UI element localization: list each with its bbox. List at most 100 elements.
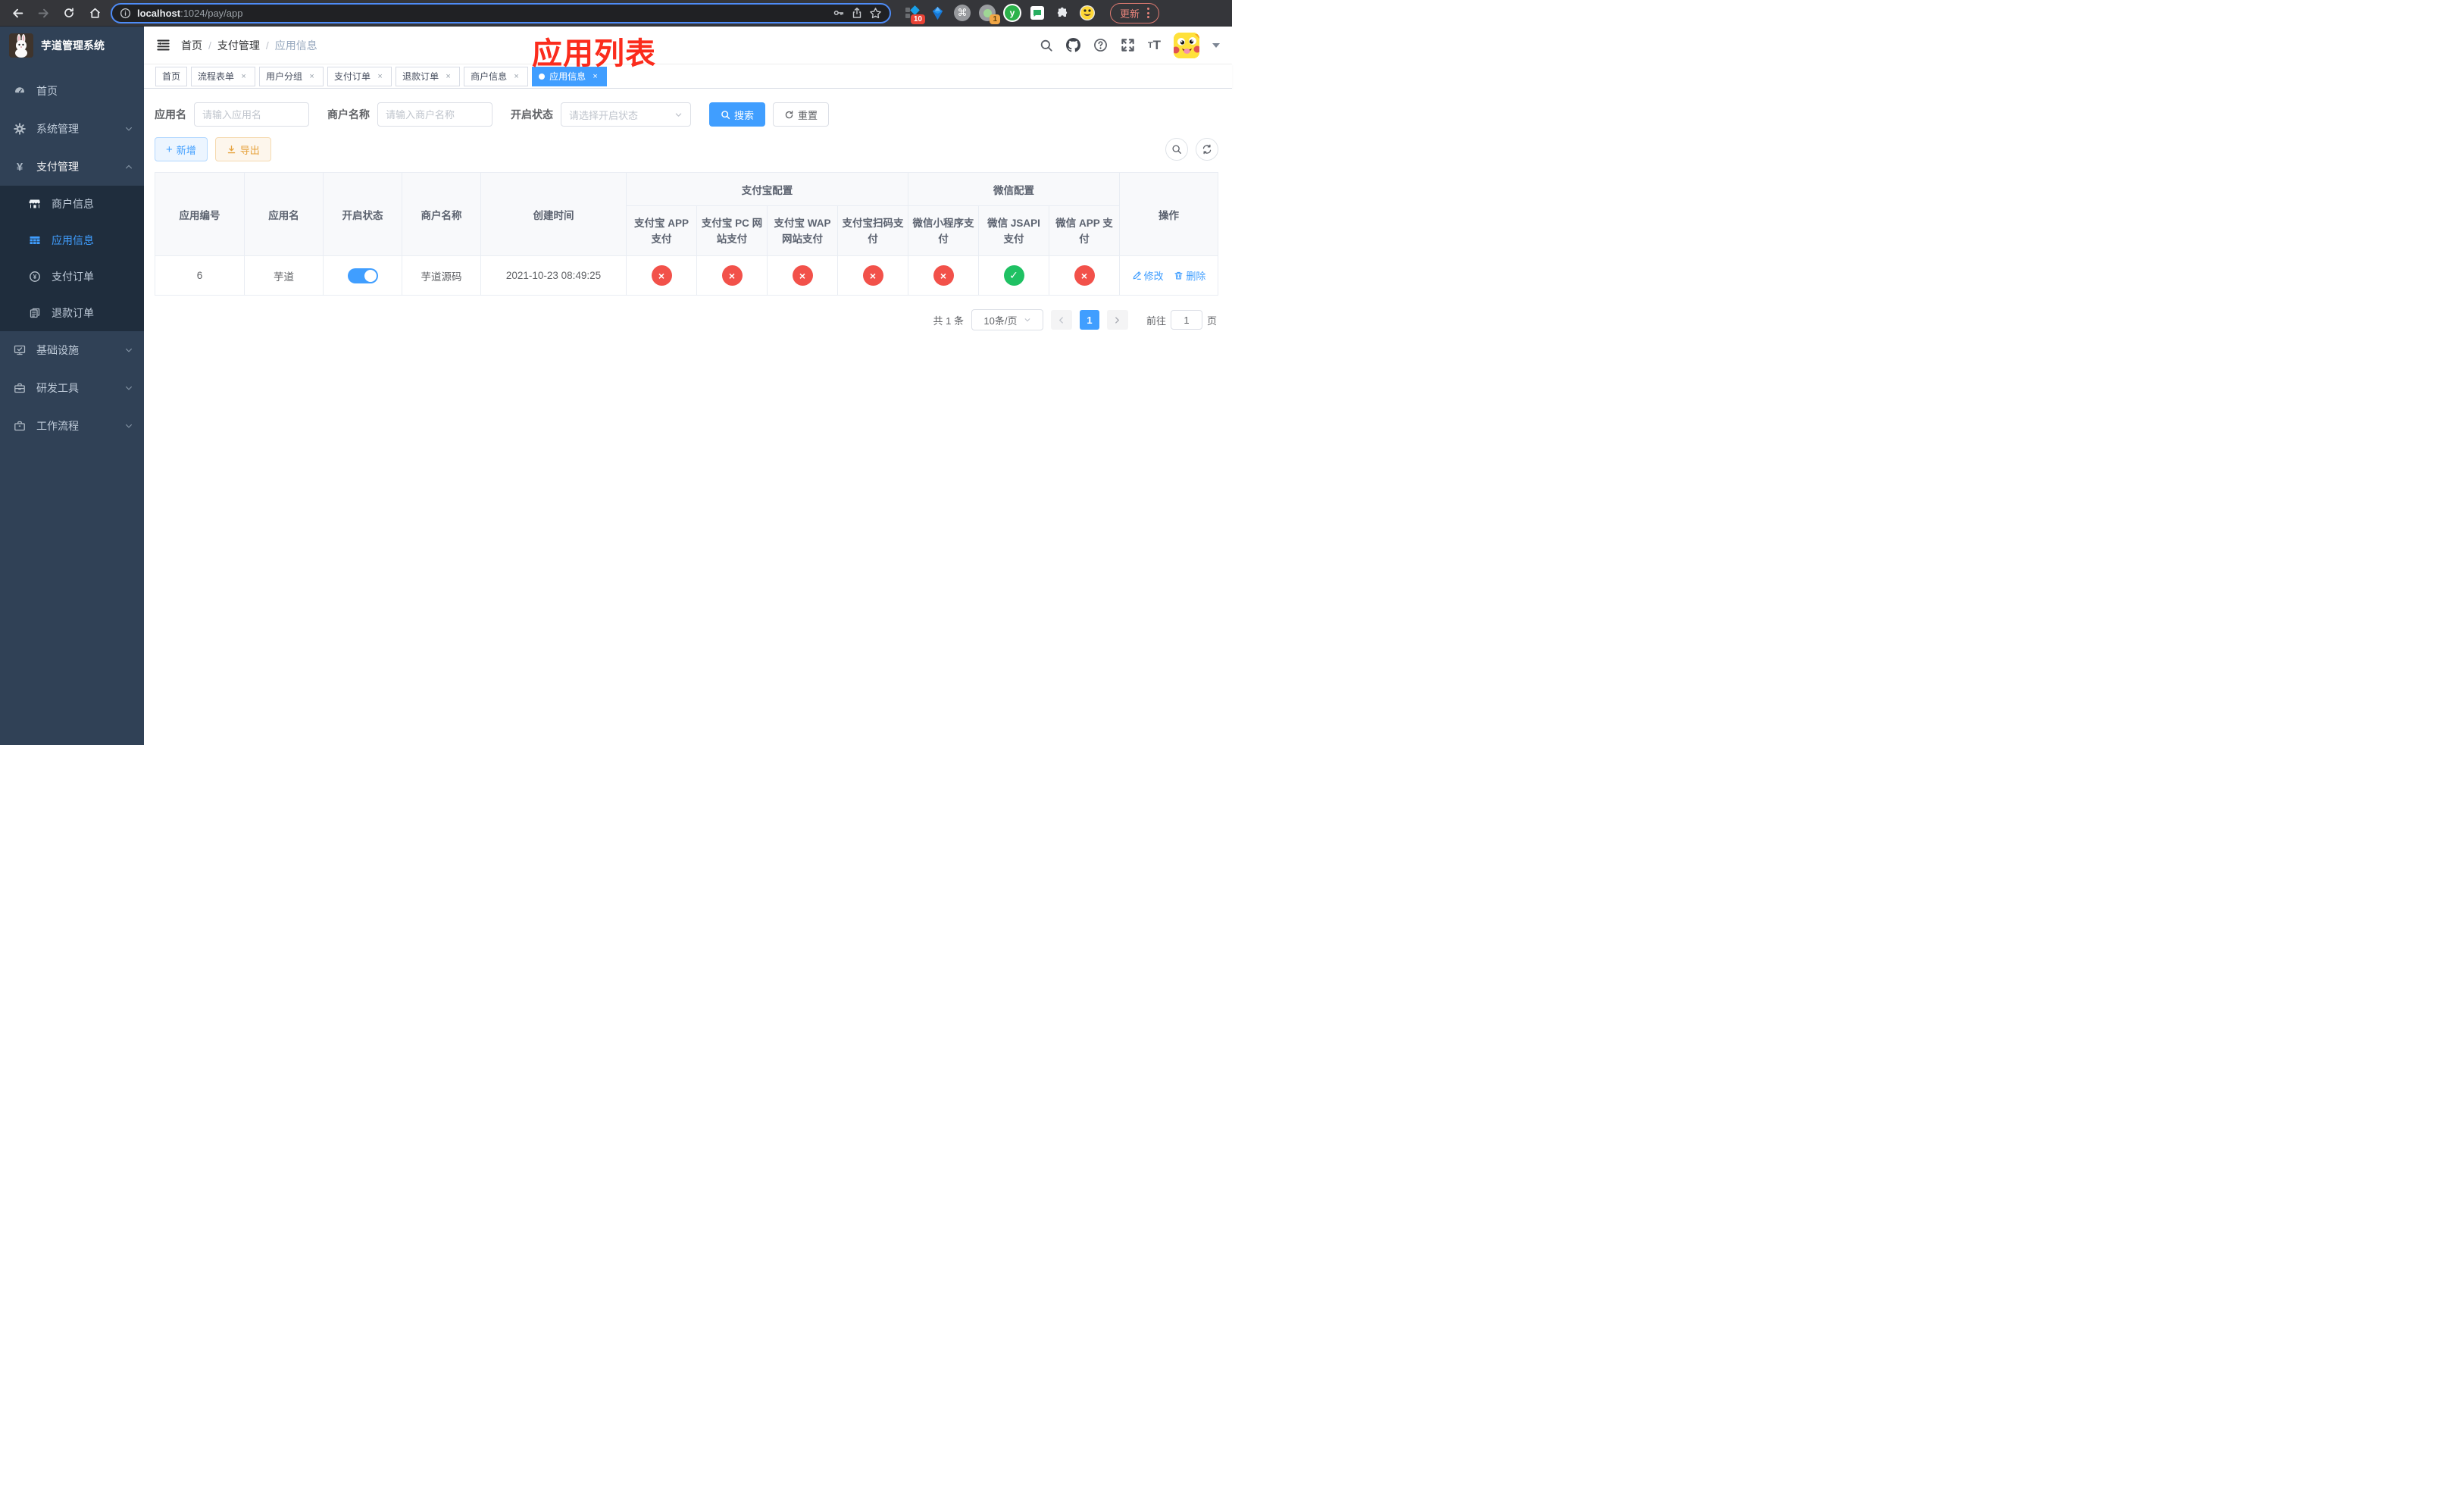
fullscreen-icon[interactable] <box>1121 38 1135 52</box>
close-icon[interactable]: × <box>443 71 453 81</box>
sidebar-item-pay-orders[interactable]: ¥ 支付订单 <box>0 258 144 295</box>
sidebar-item-refund-orders[interactable]: 退款订单 <box>0 295 144 331</box>
sidebar-item-dev-tools[interactable]: 研发工具 <box>0 369 144 407</box>
col-created: 创建时间 <box>480 172 627 256</box>
cell-alipay-pc: × <box>696 255 768 296</box>
merchant-name-label: 商户名称 <box>327 108 370 121</box>
browser-back-button[interactable] <box>8 3 27 23</box>
sidebar-item-app-info[interactable]: 应用信息 <box>0 222 144 258</box>
sidebar-item-label: 支付管理 <box>36 161 79 173</box>
header-search-icon[interactable] <box>1040 39 1053 52</box>
status-fail-icon: × <box>862 265 883 286</box>
close-icon[interactable]: × <box>590 71 600 81</box>
reset-button[interactable]: 重置 <box>773 102 830 127</box>
edit-link[interactable]: 修改 <box>1132 268 1164 283</box>
pencil-icon <box>1133 271 1141 280</box>
extension-proxy-icon[interactable]: 1 <box>978 4 1000 24</box>
tab-app-info[interactable]: 应用信息 × <box>532 66 608 86</box>
logo-rabbit-image <box>9 33 33 58</box>
cell-merchant: 芋道源码 <box>402 255 481 296</box>
shop-icon <box>29 198 41 210</box>
tab-process-form[interactable]: 流程表单 × <box>191 66 256 86</box>
search-form: 应用名 商户名称 开启状态 请选择开启状态 搜索 重置 <box>155 102 1218 127</box>
update-label: 更新 <box>1120 8 1140 20</box>
prev-page-button[interactable] <box>1050 310 1072 330</box>
export-button[interactable]: 导出 <box>214 137 271 161</box>
refresh-table-button[interactable] <box>1196 138 1218 161</box>
cell-alipay-wap: × <box>767 255 838 296</box>
tab-merchant-info[interactable]: 商户信息 × <box>464 66 529 86</box>
coin-yen-icon: ¥ <box>29 271 41 283</box>
sidebar-item-workflow[interactable]: 工作流程 <box>0 407 144 445</box>
avatar-caret-icon[interactable] <box>1212 42 1220 48</box>
close-icon[interactable]: × <box>239 71 249 81</box>
browser-toolbar: localhost:1024/pay/app 10 ⌘ 1 y 更新 <box>0 0 1232 27</box>
sidebar-collapse-icon[interactable] <box>156 38 170 52</box>
extension-proxy-badge: 1 <box>990 14 1000 24</box>
sidebar: 芋道管理系统 首页 系统管理 ¥ 支付管理 商户信息 应用信息 ¥ 支付订单 退… <box>0 27 144 745</box>
search-icon <box>1172 145 1181 154</box>
sidebar-item-home[interactable]: 首页 <box>0 72 144 110</box>
app-logo[interactable]: 芋道管理系统 <box>0 27 144 64</box>
browser-home-button[interactable] <box>85 3 105 23</box>
dashboard-icon <box>14 85 26 97</box>
tab-pay-orders[interactable]: 支付订单 × <box>327 66 392 86</box>
browser-update-button[interactable]: 更新 <box>1110 2 1160 23</box>
close-icon[interactable]: × <box>511 71 521 81</box>
tab-refund-orders[interactable]: 退款订单 × <box>396 66 461 86</box>
col-wx-lite: 微信小程序支付 <box>908 205 979 256</box>
close-icon[interactable]: × <box>307 71 317 81</box>
close-icon[interactable]: × <box>375 71 385 81</box>
goto-page-input[interactable] <box>1170 310 1202 330</box>
next-page-button[interactable] <box>1106 310 1128 330</box>
active-dot <box>539 73 546 80</box>
toggle-search-button[interactable] <box>1165 138 1188 161</box>
monitor-check-icon <box>14 344 26 356</box>
extension-chat-icon[interactable] <box>1028 4 1046 22</box>
extension-dynamics-icon[interactable]: 10 <box>903 4 925 24</box>
bookmark-star-icon[interactable] <box>869 7 882 20</box>
extension-gem-icon[interactable] <box>928 4 946 22</box>
trash-icon <box>1174 271 1183 280</box>
add-button[interactable]: + 新增 <box>155 137 208 161</box>
extension-command-icon[interactable]: ⌘ <box>953 4 971 22</box>
col-alipay-wap: 支付宝 WAP 网站支付 <box>767 205 838 256</box>
extension-emoji-icon[interactable] <box>1078 4 1096 22</box>
user-avatar[interactable] <box>1174 32 1199 58</box>
page-size-select[interactable]: 10条/页 <box>971 309 1043 330</box>
status-toggle[interactable] <box>347 268 378 283</box>
browser-menu-icon[interactable] <box>1147 8 1150 18</box>
breadcrumb-payment[interactable]: 支付管理 <box>217 38 260 53</box>
extension-yapi-icon[interactable]: y <box>1003 4 1021 22</box>
help-icon[interactable] <box>1093 38 1108 52</box>
extensions-puzzle-icon[interactable] <box>1053 4 1071 22</box>
address-bar[interactable]: localhost:1024/pay/app <box>111 2 891 23</box>
share-icon[interactable] <box>851 7 863 19</box>
app-name-input[interactable] <box>194 102 309 127</box>
browser-forward-button[interactable] <box>33 3 53 23</box>
tab-home[interactable]: 首页 <box>155 66 188 86</box>
status-label: 开启状态 <box>511 108 553 121</box>
sidebar-item-label: 工作流程 <box>36 420 79 432</box>
payment-submenu: 商户信息 应用信息 ¥ 支付订单 退款订单 <box>0 186 144 331</box>
col-alipay-qr: 支付宝扫码支付 <box>837 205 908 256</box>
sidebar-item-merchant-info[interactable]: 商户信息 <box>0 186 144 222</box>
table-row: 6 芋道 芋道源码 2021-10-23 08:49:25 × × × × × … <box>155 255 1218 296</box>
site-info-icon[interactable] <box>120 8 131 19</box>
status-select[interactable]: 请选择开启状态 <box>561 102 691 127</box>
status-select-placeholder: 请选择开启状态 <box>569 109 639 121</box>
sidebar-item-payment[interactable]: ¥ 支付管理 <box>0 148 144 186</box>
sidebar-item-system[interactable]: 系统管理 <box>0 110 144 148</box>
tab-user-group[interactable]: 用户分组 × <box>259 66 324 86</box>
gear-icon <box>14 123 26 135</box>
breadcrumb-home[interactable]: 首页 <box>181 38 202 53</box>
browser-reload-button[interactable] <box>59 3 79 23</box>
password-key-icon[interactable] <box>833 7 845 19</box>
sidebar-item-infrastructure[interactable]: 基础设施 <box>0 331 144 369</box>
font-size-icon[interactable]: TT <box>1148 38 1161 53</box>
merchant-name-input[interactable] <box>377 102 492 127</box>
github-icon[interactable] <box>1065 38 1080 52</box>
search-button[interactable]: 搜索 <box>709 102 766 127</box>
page-number-active[interactable]: 1 <box>1079 310 1099 330</box>
delete-link[interactable]: 删除 <box>1174 268 1205 283</box>
